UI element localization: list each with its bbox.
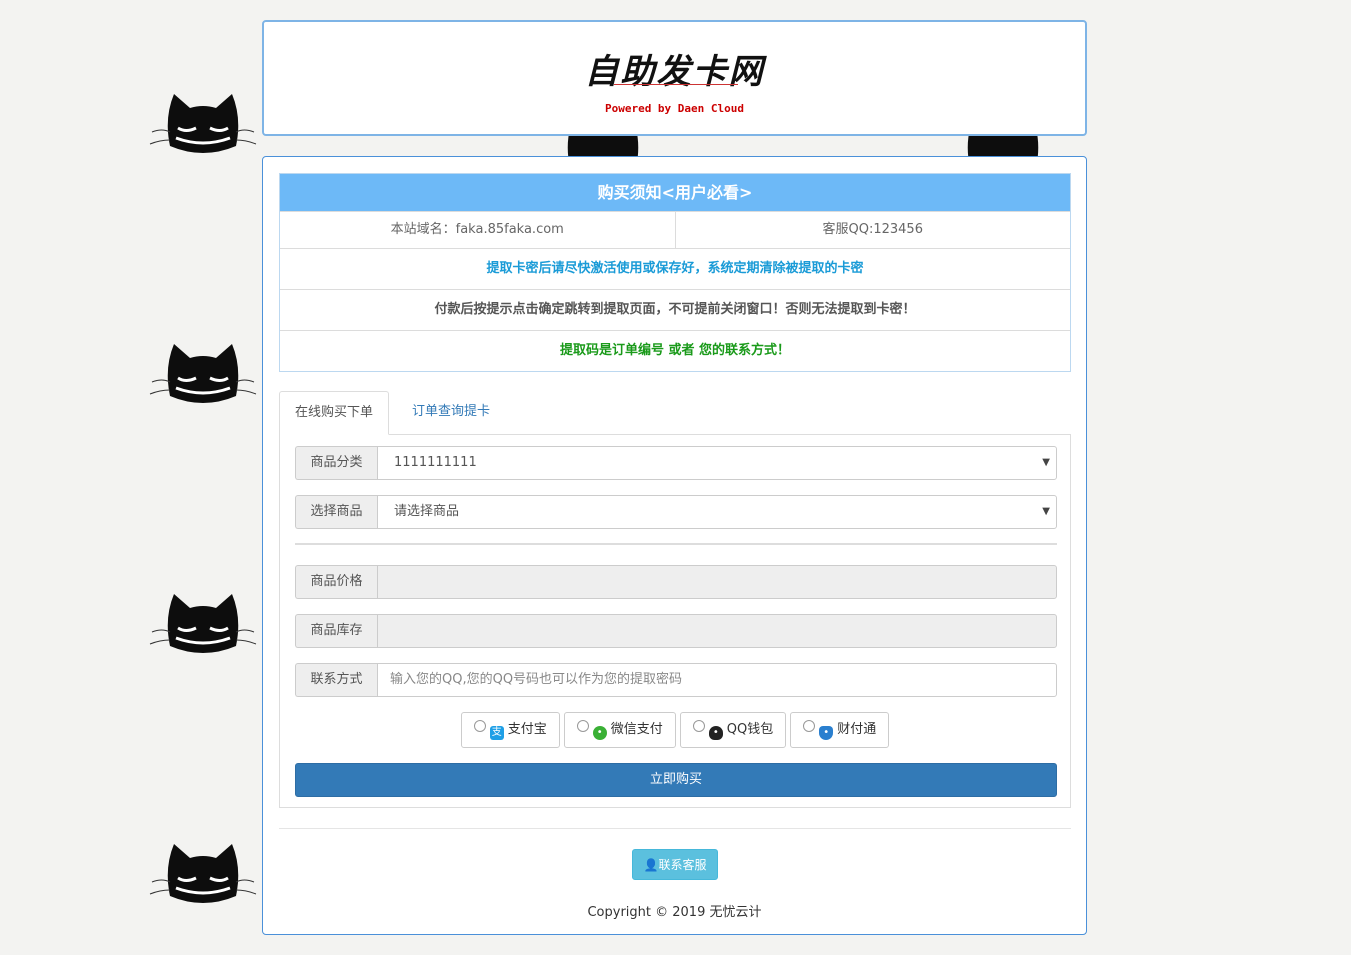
main-panel: 购买须知<用户必看> 本站域名：faka.85faka.com 客服QQ:123… — [262, 156, 1087, 935]
copyright-text: Copyright © 2019 无忧云计 — [587, 905, 762, 920]
notice-line-1: 提取卡密后请尽快激活使用或保存好，系统定期清除被提取的卡密 — [280, 248, 1070, 289]
notice-line-2: 付款后按提示点击确定跳转到提取页面，不可提前关闭窗口！否则无法提取到卡密！ — [280, 289, 1070, 330]
powered-by-text: Powered by Daen Cloud — [604, 102, 745, 115]
contact-input[interactable]: 输入您的QQ,您的QQ号码也可以作为您的提取密码 — [377, 663, 1057, 697]
tab-order-query[interactable]: 订单查询提卡 — [397, 391, 505, 434]
radio-icon[interactable] — [576, 720, 589, 732]
tab-online-order[interactable]: 在线购买下单 — [279, 391, 390, 435]
chevron-down-icon: ▼ — [1042, 506, 1050, 517]
form-divider — [295, 543, 1057, 545]
buy-now-button[interactable]: 立即购买 — [295, 763, 1057, 797]
tab-bar: 在线购买下单 订单查询提卡 — [279, 391, 1071, 435]
pay-option-wechat[interactable]: • 微信支付 — [563, 712, 676, 748]
alipay-label: 支付宝 — [507, 722, 547, 737]
pay-option-alipay[interactable]: 支支付宝 — [460, 712, 560, 748]
notice-line-3: 提取码是订单编号 或者 您的联系方式！ — [280, 330, 1070, 371]
payment-options: 支支付宝 • 微信支付 • QQ钱包 • 财付通 — [280, 712, 1070, 748]
site-domain: 本站域名：faka.85faka.com — [390, 222, 564, 237]
tenpay-label: 财付通 — [837, 722, 877, 737]
header-panel: 自助发卡网 Powered by Daen Cloud — [262, 20, 1087, 136]
site-logo: 自助发卡网 — [584, 52, 765, 92]
logo-underline — [614, 84, 738, 85]
category-field: 商品分类 1111111111 ▼ — [295, 446, 1057, 480]
cat-decoration-icon — [149, 94, 257, 153]
wechat-icon: • — [592, 726, 607, 740]
contact-field: 联系方式 输入您的QQ,您的QQ号码也可以作为您的提取密码 — [295, 663, 1057, 697]
stock-field: 商品库存 — [295, 614, 1057, 648]
radio-icon[interactable] — [692, 720, 705, 732]
qqwallet-label: QQ钱包 — [726, 722, 774, 737]
service-qq: 客服QQ:123456 — [674, 212, 1071, 248]
cat-decoration-icon — [149, 344, 257, 403]
contact-service-button[interactable]: 👤联系客服 — [632, 849, 718, 880]
notice-table: 购买须知<用户必看> 本站域名：faka.85faka.com 客服QQ:123… — [279, 173, 1071, 372]
category-select[interactable]: 1111111111 ▼ — [377, 446, 1057, 480]
contact-label: 联系方式 — [295, 663, 377, 697]
stock-input — [377, 614, 1057, 648]
category-value: 1111111111 — [394, 455, 477, 470]
product-label: 选择商品 — [295, 495, 377, 529]
category-label: 商品分类 — [295, 446, 377, 480]
price-input — [377, 565, 1057, 599]
footer-divider — [279, 828, 1071, 829]
price-field: 商品价格 — [295, 565, 1057, 599]
product-select[interactable]: 请选择商品 ▼ — [377, 495, 1057, 529]
radio-icon[interactable] — [473, 720, 486, 732]
stock-label: 商品库存 — [295, 614, 377, 648]
user-icon: 👤 — [643, 858, 659, 872]
alipay-icon: 支 — [489, 726, 504, 740]
cat-decoration-icon — [149, 594, 257, 653]
notice-info-row: 本站域名：faka.85faka.com 客服QQ:123456 — [280, 211, 1070, 248]
product-value: 请选择商品 — [394, 504, 460, 519]
cat-decoration-icon — [149, 844, 257, 903]
qq-penguin-icon: • — [708, 726, 723, 740]
contact-service-label: 联系客服 — [658, 858, 707, 872]
product-field: 选择商品 请选择商品 ▼ — [295, 495, 1057, 529]
pay-option-qqwallet[interactable]: • QQ钱包 — [679, 712, 787, 748]
shield-icon: • — [819, 726, 834, 740]
chevron-down-icon: ▼ — [1042, 457, 1050, 468]
price-label: 商品价格 — [295, 565, 377, 599]
pay-option-tenpay[interactable]: • 财付通 — [790, 712, 890, 748]
wechat-label: 微信支付 — [610, 722, 663, 737]
radio-icon[interactable] — [803, 720, 816, 732]
order-form: 商品分类 1111111111 ▼ 选择商品 请选择商品 ▼ 商品价格 商品库存… — [279, 434, 1071, 808]
notice-title: 购买须知<用户必看> — [280, 174, 1070, 211]
